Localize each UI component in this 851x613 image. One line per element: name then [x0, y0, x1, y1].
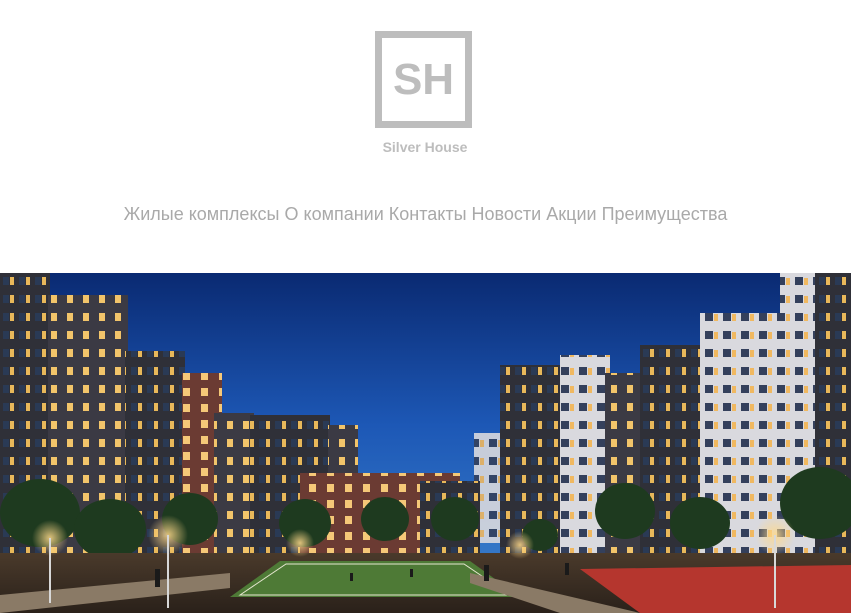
logo-link[interactable]: SH Silver House [375, 31, 473, 155]
hero-illustration [0, 273, 851, 613]
nav-item-promotions[interactable]: Акции [546, 204, 596, 224]
hero-image [0, 273, 851, 613]
nav-item-about[interactable]: О компании [284, 204, 383, 224]
logo-caption: Silver House [382, 139, 468, 155]
nav-item-news[interactable]: Новости [472, 204, 542, 224]
logo-mark: SH [375, 31, 472, 128]
main-nav: Жилые комплексы О компании Контакты Ново… [0, 204, 851, 225]
nav-item-advantages[interactable]: Преимущества [602, 204, 728, 224]
nav-item-residential-complexes[interactable]: Жилые комплексы [124, 204, 280, 224]
nav-item-contacts[interactable]: Контакты [389, 204, 467, 224]
